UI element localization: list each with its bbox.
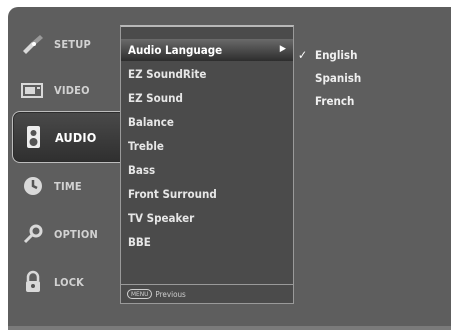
menu-item-label: TV Speaker (128, 211, 195, 225)
menu-item-bbe[interactable]: BBE (121, 231, 293, 253)
menu-footer-hint: MENU Previous (121, 284, 293, 303)
menu-item-label: Treble (128, 139, 164, 153)
menu-item-label: Audio Language (128, 43, 223, 57)
lock-icon (16, 269, 50, 295)
tab-time-label: TIME (54, 179, 82, 193)
video-tv-icon (16, 81, 50, 99)
menu-item-tv-speaker[interactable]: TV Speaker (121, 207, 293, 229)
menu-item-label: Balance (128, 115, 174, 129)
tab-video[interactable]: VIDEO (12, 67, 115, 113)
bottom-edge (8, 326, 451, 330)
setup-satellite-icon (16, 33, 50, 55)
option-label: French (315, 94, 355, 108)
audio-speaker-icon (17, 124, 51, 150)
menu-item-bass[interactable]: Bass (121, 159, 293, 181)
menu-item-treble[interactable]: Treble (121, 135, 293, 157)
menu-item-label: Front Surround (128, 187, 217, 201)
menu-item-ez-soundrite[interactable]: EZ SoundRite (121, 63, 293, 85)
tab-time[interactable]: TIME (12, 163, 115, 209)
tab-lock[interactable]: LOCK (12, 259, 115, 305)
menu-item-label: EZ Sound (128, 91, 183, 105)
arrow-right-icon: ▶ (279, 44, 286, 54)
time-clock-icon (16, 174, 50, 198)
tab-audio[interactable]: AUDIO (12, 111, 123, 163)
tab-setup-label: SETUP (54, 37, 91, 51)
menu-item-label: Bass (128, 163, 156, 177)
option-label: Spanish (315, 71, 362, 85)
option-french[interactable]: French (298, 91, 438, 111)
tab-audio-label: AUDIO (55, 129, 97, 145)
tab-video-label: VIDEO (54, 83, 90, 97)
menu-key-icon: MENU (127, 289, 153, 299)
audio-settings-menu: Audio Language ▶ EZ SoundRite EZ Sound B… (120, 25, 294, 304)
option-spanish[interactable]: Spanish (298, 68, 438, 88)
tab-lock-label: LOCK (54, 275, 85, 289)
menu-item-label: EZ SoundRite (128, 67, 207, 81)
menu-item-audio-language[interactable]: Audio Language ▶ (121, 39, 293, 61)
audio-menu-screen: SETUP VIDEO AUDIO TIME OPTION LOCK Audio… (8, 7, 451, 330)
checkmark-icon: ✓ (298, 48, 308, 62)
tab-option[interactable]: OPTION (12, 211, 115, 257)
menu-item-front-surround[interactable]: Front Surround (121, 183, 293, 205)
menu-item-ez-sound[interactable]: EZ Sound (121, 87, 293, 109)
option-label: English (315, 48, 358, 62)
menu-item-label: BBE (128, 235, 151, 249)
option-gear-icon (16, 222, 50, 246)
menu-item-balance[interactable]: Balance (121, 111, 293, 133)
tab-option-label: OPTION (54, 227, 98, 241)
tab-setup[interactable]: SETUP (12, 21, 115, 67)
menu-footer-label: Previous (155, 289, 186, 299)
option-english[interactable]: ✓ English (298, 45, 438, 65)
